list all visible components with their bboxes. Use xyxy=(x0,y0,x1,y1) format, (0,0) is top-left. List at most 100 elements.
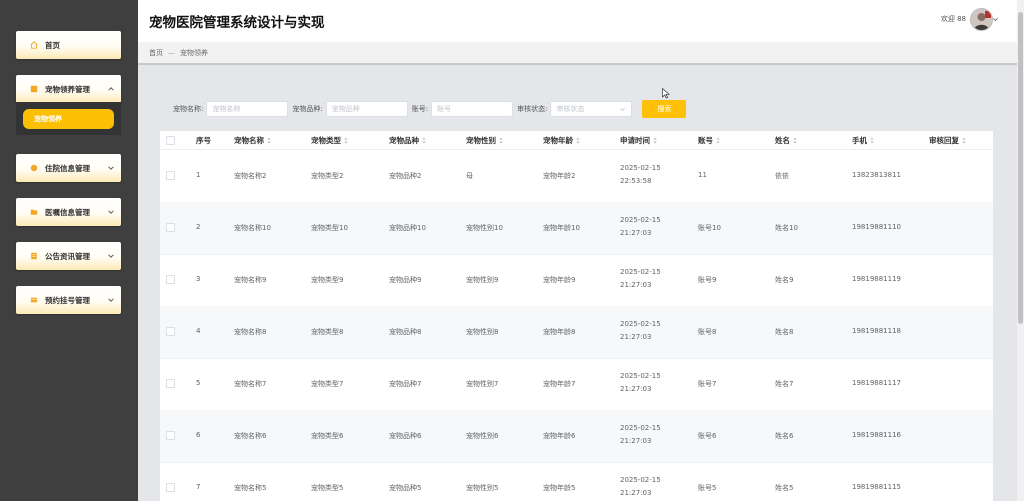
sidebar-item-home[interactable]: 首页 xyxy=(16,31,121,59)
circle-icon xyxy=(30,164,38,172)
cell-account: 账号7 xyxy=(698,380,717,388)
cell-phone: 19819881116 xyxy=(852,431,901,439)
home-icon xyxy=(30,41,38,49)
cell-pet-breed: 宠物品种6 xyxy=(389,432,422,440)
cell-pet-breed: 宠物品种10 xyxy=(389,224,426,232)
column-header-pet-type[interactable]: 宠物类型 xyxy=(311,135,348,146)
cell-pet-name: 宠物名称8 xyxy=(234,328,267,336)
sidebar-item-hospitalization-management[interactable]: 住院信息管理 xyxy=(16,154,121,182)
sidebar-subitem-pet-adoption[interactable]: 宠物领养 xyxy=(23,109,114,129)
cell-index: 4 xyxy=(196,327,201,335)
sort-icon[interactable] xyxy=(793,137,797,144)
table-row[interactable]: 1 宠物名称2 宠物类型2 宠物品种2 母 宠物年龄2 2025-02-15 2… xyxy=(160,150,993,203)
sidebar-item-announcement-management[interactable]: 公告资讯管理 xyxy=(16,242,121,270)
row-checkbox[interactable] xyxy=(166,379,175,388)
cell-apply-time: 2025-02-15 21:27:03 xyxy=(620,372,661,393)
cell-pet-gender: 宠物性别9 xyxy=(466,276,499,284)
cell-pet-name: 宠物名称10 xyxy=(234,224,271,232)
table-row[interactable]: 5 宠物名称7 宠物类型7 宠物品种7 宠物性别7 宠物年龄7 2025-02-… xyxy=(160,358,993,411)
column-header-account[interactable]: 账号 xyxy=(698,135,720,146)
sidebar-item-label: 宠物领养管理 xyxy=(45,84,90,94)
sidebar-item-pet-adoption-management[interactable]: 宠物领养管理 xyxy=(16,75,121,103)
column-header-pet-breed[interactable]: 宠物品种 xyxy=(389,135,426,146)
search-button[interactable]: 搜索 xyxy=(642,100,687,118)
cell-account: 账号5 xyxy=(698,484,717,492)
pet-breed-input[interactable]: 宠物品种 xyxy=(325,101,408,117)
column-header-phone[interactable]: 手机 xyxy=(852,135,874,146)
sort-icon[interactable] xyxy=(344,137,348,144)
table-row[interactable]: 2 宠物名称10 宠物类型10 宠物品种10 宠物性别10 宠物年龄10 202… xyxy=(160,202,993,255)
cell-apply-time: 2025-02-15 21:27:03 xyxy=(620,424,661,445)
sort-icon[interactable] xyxy=(267,137,271,144)
page-scrollbar[interactable] xyxy=(1017,0,1024,501)
submenu-pet-adoption: 宠物领养 xyxy=(16,102,121,135)
column-header-review-reply[interactable]: 审核回复 xyxy=(929,135,966,146)
sort-icon[interactable] xyxy=(576,137,580,144)
avatar[interactable] xyxy=(970,8,993,31)
row-checkbox[interactable] xyxy=(166,483,175,492)
cell-realname: 依依 xyxy=(775,172,789,180)
sort-icon[interactable] xyxy=(653,137,657,144)
cell-phone: 19819881118 xyxy=(852,327,901,335)
row-checkbox[interactable] xyxy=(166,275,175,284)
header: 宠物医院管理系统设计与实现 欢迎 88 xyxy=(138,0,1017,42)
sort-icon[interactable] xyxy=(422,137,426,144)
row-checkbox[interactable] xyxy=(166,171,175,180)
cell-pet-breed: 宠物品种9 xyxy=(389,276,422,284)
sidebar-item-medical-order-management[interactable]: 医嘱信息管理 xyxy=(16,198,121,226)
cell-index: 3 xyxy=(196,275,201,283)
table-row[interactable]: 6 宠物名称6 宠物类型6 宠物品种6 宠物性别6 宠物年龄6 2025-02-… xyxy=(160,410,993,463)
chevron-down-icon[interactable] xyxy=(992,16,999,23)
cell-pet-age: 宠物年龄7 xyxy=(543,380,576,388)
breadcrumb-home[interactable]: 首页 xyxy=(149,49,163,57)
cell-index: 2 xyxy=(196,223,201,231)
table-row[interactable]: 3 宠物名称9 宠物类型9 宠物品种9 宠物性别9 宠物年龄9 2025-02-… xyxy=(160,254,993,307)
select-all-checkbox[interactable] xyxy=(166,136,175,145)
column-header-pet-name[interactable]: 宠物名称 xyxy=(234,135,271,146)
review-status-placeholder: 审核状态 xyxy=(556,105,585,113)
row-checkbox[interactable] xyxy=(166,431,175,440)
cell-phone: 13823813811 xyxy=(852,171,901,179)
cell-apply-time: 2025-02-15 21:27:03 xyxy=(620,476,661,497)
sort-icon[interactable] xyxy=(499,137,503,144)
review-status-select[interactable]: 审核状态 xyxy=(550,101,633,117)
card-icon xyxy=(30,297,38,303)
account-label: 账号: xyxy=(411,105,429,113)
data-table: 序号 宠物名称 宠物类型 宠物品种 宠物性别 宠物年龄 申请时间 账号 姓名 手… xyxy=(160,131,993,501)
column-header-index: 序号 xyxy=(196,136,211,145)
sort-icon[interactable] xyxy=(870,137,874,144)
cell-realname: 姓名6 xyxy=(775,432,794,440)
table-header: 序号 宠物名称 宠物类型 宠物品种 宠物性别 宠物年龄 申请时间 账号 姓名 手… xyxy=(160,131,993,150)
account-input[interactable]: 账号 xyxy=(431,101,514,117)
column-header-realname[interactable]: 姓名 xyxy=(775,135,797,146)
scrollbar-thumb[interactable] xyxy=(1018,12,1023,324)
pet-name-input[interactable]: 宠物名称 xyxy=(206,101,289,117)
cell-pet-age: 宠物年龄5 xyxy=(543,484,576,492)
cell-pet-age: 宠物年龄10 xyxy=(543,224,580,232)
sidebar-item-label: 预约挂号管理 xyxy=(45,295,90,305)
column-header-pet-gender[interactable]: 宠物性别 xyxy=(466,135,503,146)
sort-icon[interactable] xyxy=(716,137,720,144)
cell-index: 7 xyxy=(196,483,201,491)
breadcrumb: 首页 — 宠物领养 xyxy=(149,48,208,58)
cell-phone: 19819881110 xyxy=(852,223,901,231)
row-checkbox[interactable] xyxy=(166,327,175,336)
column-header-apply-time[interactable]: 申请时间 xyxy=(620,135,657,146)
table-row[interactable]: 7 宠物名称5 宠物类型5 宠物品种5 宠物性别5 宠物年龄5 2025-02-… xyxy=(160,462,993,501)
column-header-pet-age[interactable]: 宠物年龄 xyxy=(543,135,580,146)
sidebar-item-label: 公告资讯管理 xyxy=(45,251,90,261)
cell-phone: 19819881119 xyxy=(852,275,901,283)
chevron-down-icon xyxy=(108,254,114,258)
cell-pet-breed: 宠物品种5 xyxy=(389,484,422,492)
cell-pet-age: 宠物年龄2 xyxy=(543,172,576,180)
sidebar-item-label: 首页 xyxy=(45,40,60,50)
folder-icon xyxy=(30,85,38,93)
cell-phone: 19819881117 xyxy=(852,379,901,387)
cell-pet-name: 宠物名称9 xyxy=(234,276,267,284)
row-checkbox[interactable] xyxy=(166,223,175,232)
cell-pet-name: 宠物名称6 xyxy=(234,432,267,440)
sort-icon[interactable] xyxy=(962,137,966,144)
sidebar-item-appointment-management[interactable]: 预约挂号管理 xyxy=(16,286,121,314)
cell-pet-breed: 宠物品种8 xyxy=(389,328,422,336)
table-row[interactable]: 4 宠物名称8 宠物类型8 宠物品种8 宠物性别8 宠物年龄8 2025-02-… xyxy=(160,306,993,359)
